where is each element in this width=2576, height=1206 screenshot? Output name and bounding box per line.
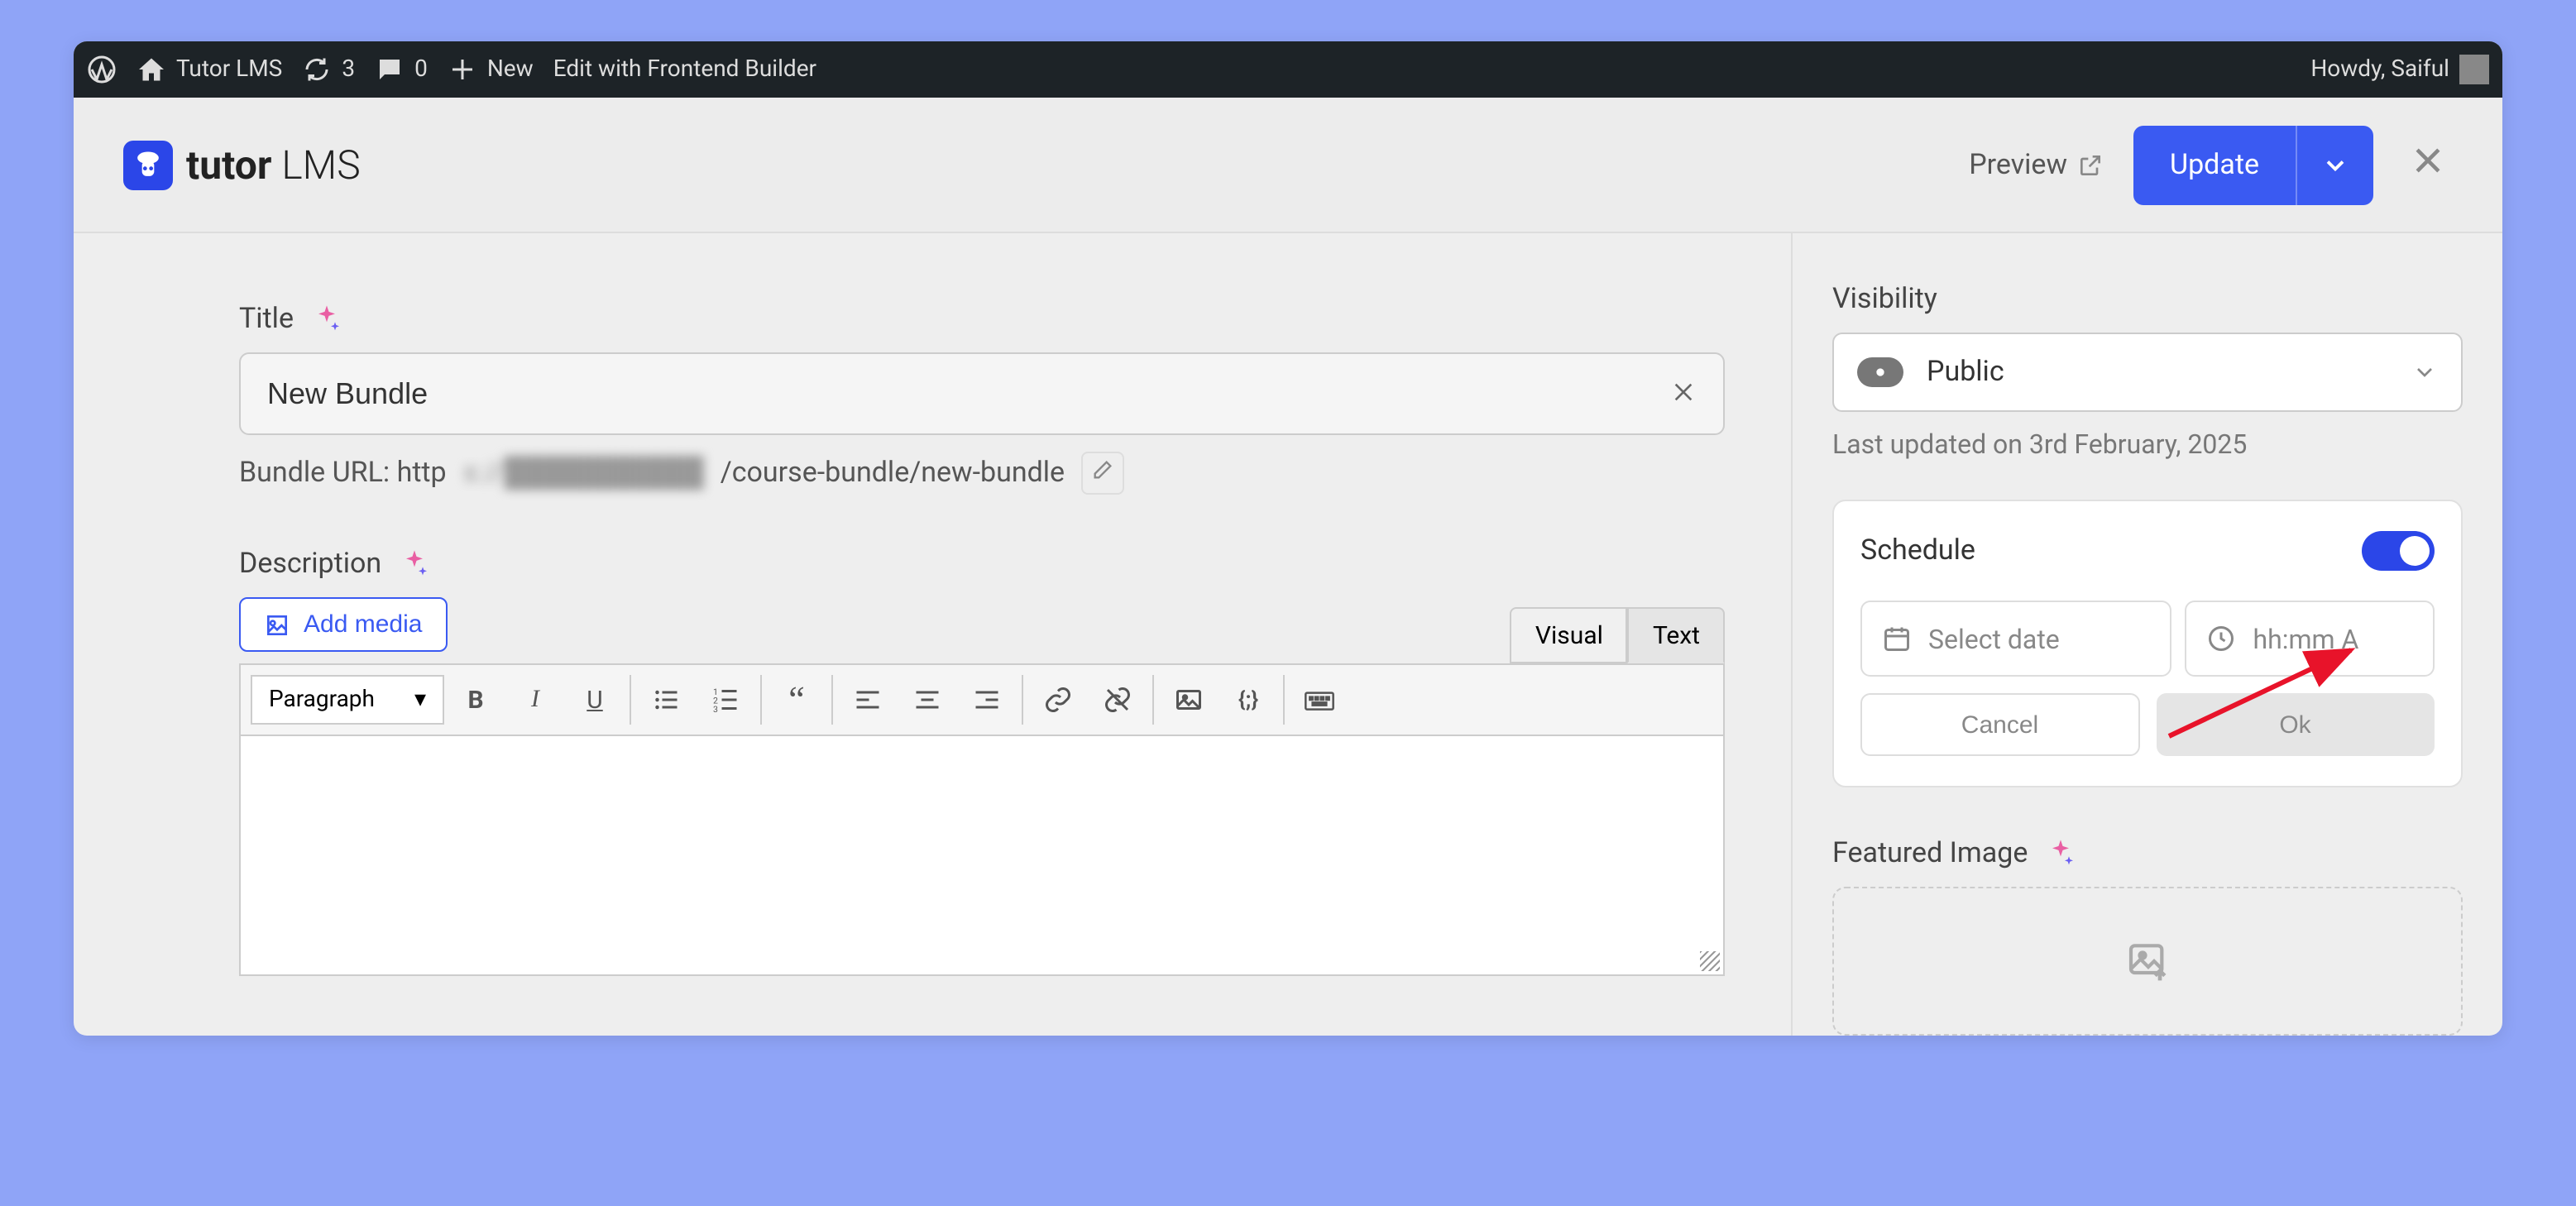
svg-text:3: 3 [713,704,718,715]
schedule-time-input[interactable]: hh:mm A [2185,601,2435,677]
comments-count: 0 [414,56,428,83]
logo-icon [123,140,173,189]
quote-button[interactable]: “ [768,672,825,728]
main-column: Title Bundle URL: http s://██████████ /cou… [74,233,1791,1036]
unlink-button[interactable] [1089,672,1146,728]
refresh-count: 3 [342,56,355,83]
close-icon [2410,141,2446,178]
eye-icon [1857,357,1903,387]
wp-admin-bar: Tutor LMS 3 0 New Edit with Frontend Bui… [74,41,2502,98]
schedule-card: Schedule Select date hh:mm A Cancel Ok [1832,500,2463,787]
description-label: Description [239,548,1725,581]
underline-button[interactable]: U [567,672,623,728]
chevron-down-icon [2411,359,2438,385]
close-icon [1670,379,1697,405]
home-link[interactable]: Tutor LMS [136,55,282,84]
editor-tabs: Visual Text [1511,607,1725,663]
align-right-button[interactable] [959,672,1015,728]
avatar [2459,55,2489,84]
separator [630,675,631,725]
update-button[interactable]: Update [2133,125,2297,204]
shortcode-button[interactable]: {;} [1220,672,1276,728]
pencil-icon [1091,458,1114,481]
url-prefix: Bundle URL: http [239,457,447,490]
last-updated-text: Last updated on 3rd February, 2025 [1832,428,2463,460]
bundle-url-row: Bundle URL: http s://██████████ /course-bu… [239,452,1725,495]
greeting[interactable]: Howdy, Saiful [2310,55,2489,84]
top-bar: tutor LMS Preview Update [74,98,2502,233]
preview-button[interactable]: Preview [1969,148,2104,181]
separator [760,675,762,725]
body-area: Title Bundle URL: http s://██████████ /cou… [74,233,2502,1036]
bullet-list-button[interactable] [638,672,694,728]
italic-button[interactable]: I [507,672,563,728]
calendar-icon [1882,624,1912,653]
clock-icon [2206,624,2236,653]
numbered-list-button[interactable]: 123 [697,672,754,728]
format-select[interactable]: Paragraph ▾ [251,675,444,725]
featured-image-dropzone[interactable] [1832,887,2463,1036]
image-button[interactable] [1161,672,1217,728]
schedule-toggle[interactable] [2362,531,2435,571]
new-label: New [487,56,534,83]
separator [1152,675,1154,725]
wp-logo-icon[interactable] [87,55,117,84]
site-name: Tutor LMS [176,56,282,83]
logo-text: tutor LMS [186,141,361,188]
visibility-select[interactable]: Public [1832,333,2463,412]
featured-image-label: Featured Image [1832,837,2463,870]
chevron-down-icon [2320,150,2350,179]
image-upload-icon [2124,938,2171,984]
ai-sparkle-icon[interactable] [2044,837,2077,870]
schedule-ok-button[interactable]: Ok [2156,693,2435,756]
editor-toolbar: Paragraph ▾ B I U 123 “ { [239,663,1725,736]
schedule-label: Schedule [1860,534,1975,567]
edit-url-button[interactable] [1081,452,1124,495]
schedule-date-input[interactable]: Select date [1860,601,2171,677]
sidebar-column: Visibility Public Last updated on 3rd Fe… [1791,233,2502,1036]
update-button-group: Update [2133,125,2373,204]
app-window: Tutor LMS 3 0 New Edit with Frontend Bui… [74,41,2502,1036]
ai-sparkle-icon[interactable] [310,303,343,336]
resize-handle[interactable] [1700,951,1720,971]
caret-down-icon: ▾ [414,687,426,713]
update-dropdown-button[interactable] [2297,125,2373,204]
add-media-button[interactable]: Add media [239,597,447,652]
separator [1283,675,1285,725]
comments-link[interactable]: 0 [375,55,428,84]
media-icon [264,611,290,638]
title-input-wrap [239,352,1725,435]
separator [1022,675,1023,725]
align-center-button[interactable] [899,672,955,728]
refresh-link[interactable]: 3 [302,55,355,84]
app-logo: tutor LMS [123,140,361,189]
close-button[interactable] [2403,135,2453,194]
clear-title-button[interactable] [1670,374,1697,414]
editor-textarea[interactable] [239,736,1725,976]
url-redacted: s://██████████ [463,457,704,490]
link-button[interactable] [1030,672,1086,728]
url-suffix: /course-bundle/new-bundle [721,457,1065,490]
schedule-cancel-button[interactable]: Cancel [1860,693,2139,756]
visibility-label: Visibility [1832,283,2463,316]
bold-button[interactable]: B [448,672,504,728]
tab-text[interactable]: Text [1628,607,1725,663]
keyboard-button[interactable] [1291,672,1348,728]
tab-visual[interactable]: Visual [1511,607,1628,663]
new-link[interactable]: New [448,55,534,84]
title-label: Title [239,303,1725,336]
separator [831,675,833,725]
ai-sparkle-icon[interactable] [398,548,431,581]
external-link-icon [2077,151,2104,178]
frontend-builder-link[interactable]: Edit with Frontend Builder [553,56,816,83]
align-left-button[interactable] [840,672,896,728]
title-input[interactable] [267,376,1670,411]
